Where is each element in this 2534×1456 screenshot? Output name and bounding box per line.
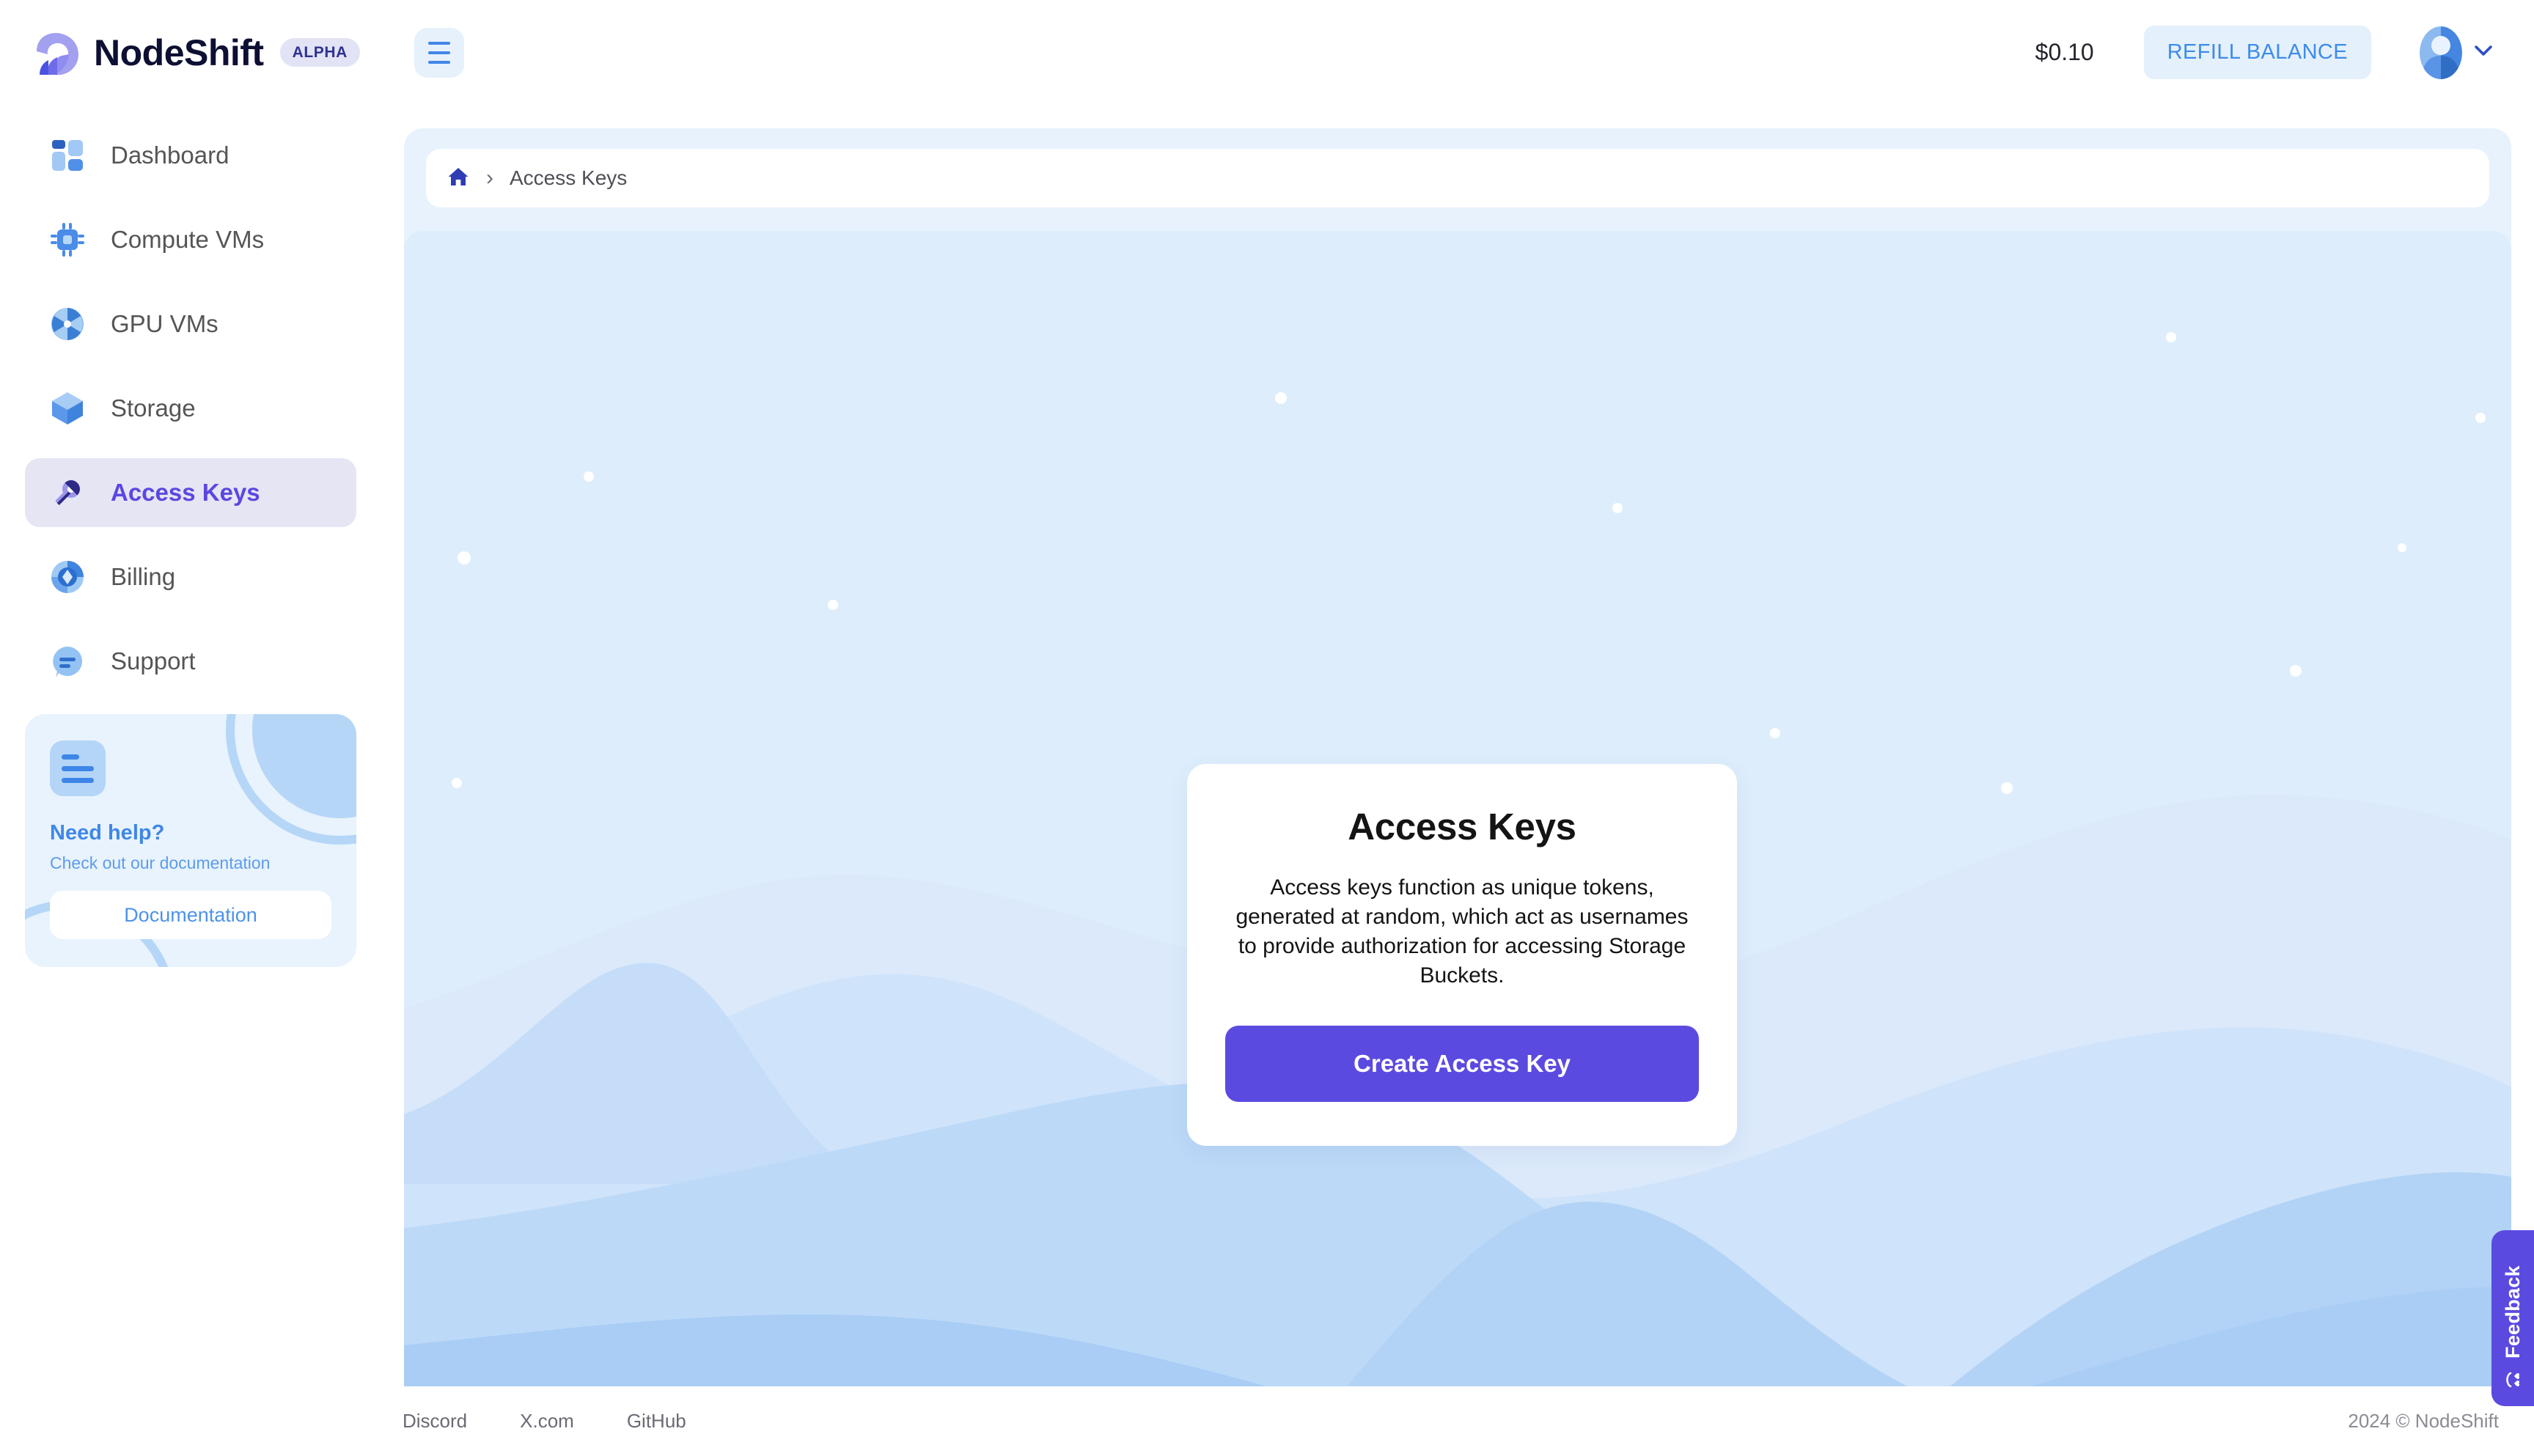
sidebar-item-gpu-vms[interactable]: GPU VMs — [25, 290, 356, 359]
brand-logo-group[interactable]: NodeShift ALPHA — [31, 26, 360, 79]
sidebar-item-storage[interactable]: Storage — [25, 374, 356, 443]
sidebar-item-access-keys[interactable]: Access Keys — [25, 458, 356, 527]
footer: Discord X.com GitHub 2024 © NodeShift — [381, 1386, 2534, 1456]
help-card: Need help? Check out our documentation D… — [25, 714, 356, 967]
smiley-hearts-icon — [2502, 1369, 2524, 1394]
sidebar: Dashboard Compute VMs GPU VMs Storage Ac… — [0, 105, 381, 1456]
sidebar-item-label: Dashboard — [111, 141, 229, 169]
top-bar: NodeShift ALPHA $0.10 REFILL BALANCE — [0, 0, 2534, 105]
footer-copyright: 2024 © NodeShift — [2348, 1410, 2499, 1432]
sidebar-item-label: Access Keys — [111, 479, 260, 506]
hero-panel: Access Keys Access keys function as uniq… — [404, 231, 2511, 1416]
brand-name: NodeShift — [94, 32, 264, 73]
hamburger-bar — [427, 60, 450, 64]
top-bar-right: $0.10 REFILL BALANCE — [2035, 26, 2496, 79]
sidebar-item-label: Storage — [111, 394, 196, 422]
content-panel: › Access Keys Access Keys Access keys fu… — [404, 128, 2511, 1416]
sidebar-item-compute-vms[interactable]: Compute VMs — [25, 205, 356, 274]
breadcrumb-current: Access Keys — [510, 166, 628, 189]
help-card-title: Need help? — [50, 821, 165, 845]
footer-link-discord[interactable]: Discord — [403, 1410, 467, 1433]
footer-links: Discord X.com GitHub — [403, 1410, 739, 1433]
billing-coin-icon — [48, 558, 87, 596]
help-card-subtitle: Check out our documentation — [50, 853, 271, 872]
cpu-chip-icon — [48, 221, 87, 259]
document-lines-icon — [50, 740, 106, 796]
sidebar-item-dashboard[interactable]: Dashboard — [25, 121, 356, 190]
main-content: › Access Keys Access Keys Access keys fu… — [381, 105, 2534, 1456]
sidebar-item-label: GPU VMs — [111, 310, 218, 337]
support-chat-icon — [48, 642, 87, 680]
refill-balance-button[interactable]: REFILL BALANCE — [2143, 26, 2371, 79]
hamburger-menu-icon[interactable] — [414, 27, 464, 78]
dashboard-grid-icon — [48, 136, 87, 174]
home-icon[interactable] — [447, 165, 470, 192]
sidebar-item-support[interactable]: Support — [25, 627, 356, 696]
breadcrumb: › Access Keys — [426, 149, 2489, 207]
gpu-fan-icon — [48, 305, 87, 343]
sidebar-item-label: Billing — [111, 563, 176, 590]
sidebar-item-billing[interactable]: Billing — [25, 543, 356, 611]
hamburger-bar — [427, 51, 450, 54]
footer-link-x[interactable]: X.com — [520, 1410, 574, 1433]
footer-link-github[interactable]: GitHub — [627, 1410, 686, 1433]
storage-cube-icon — [48, 389, 87, 427]
feedback-tab-label: Feedback — [2501, 1265, 2524, 1358]
access-keys-empty-state-card: Access Keys Access keys function as uniq… — [1187, 764, 1737, 1146]
account-menu[interactable] — [2420, 26, 2496, 79]
chevron-down-icon — [2471, 38, 2496, 67]
account-balance: $0.10 — [2035, 39, 2094, 65]
key-icon — [48, 474, 87, 512]
card-title: Access Keys — [1348, 806, 1576, 848]
alpha-badge: ALPHA — [279, 38, 360, 67]
user-avatar-icon — [2420, 26, 2462, 79]
breadcrumb-separator: › — [486, 166, 493, 190]
hamburger-bar — [427, 41, 450, 45]
nodeshift-wave-logo-icon — [31, 26, 84, 79]
sidebar-item-label: Compute VMs — [111, 226, 265, 253]
create-access-key-button[interactable]: Create Access Key — [1225, 1025, 1699, 1102]
sidebar-nav: Dashboard Compute VMs GPU VMs Storage Ac… — [0, 105, 381, 696]
card-description: Access keys function as unique tokens, g… — [1235, 875, 1689, 988]
sidebar-item-label: Support — [111, 647, 196, 674]
documentation-button[interactable]: Documentation — [50, 891, 331, 939]
feedback-tab[interactable]: Feedback — [2491, 1230, 2534, 1406]
